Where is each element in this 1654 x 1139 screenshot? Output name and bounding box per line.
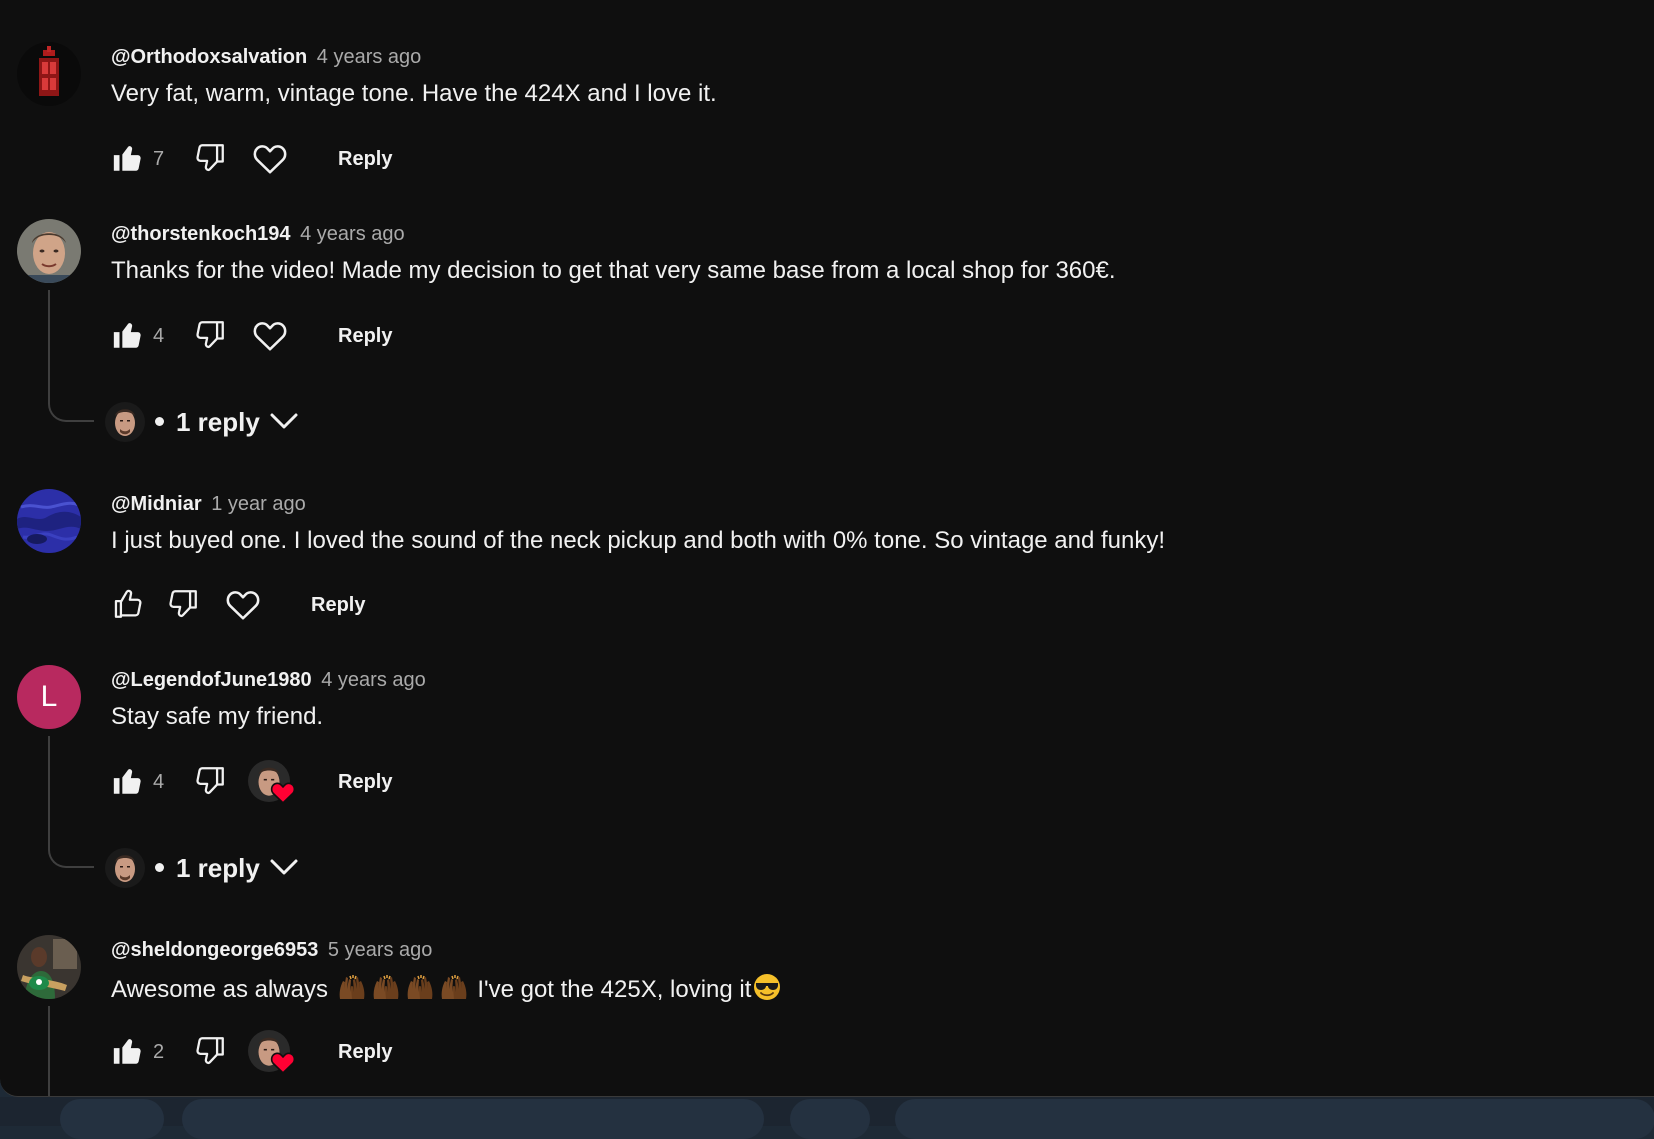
like-count: 4 (153, 325, 165, 347)
like-button[interactable] (111, 318, 145, 352)
comment-author[interactable]: @LegendofJune1980 (111, 669, 312, 691)
raising-hands-emoji-icon (405, 973, 435, 1008)
separator-dot (155, 417, 164, 426)
heart-outline-icon (253, 145, 287, 174)
thumbs-up-filled-icon (113, 323, 141, 348)
reply-button[interactable]: Reply (338, 325, 392, 348)
like-count: 4 (153, 771, 165, 793)
thumbs-down-icon (169, 590, 197, 618)
thumbs-up-filled-icon (113, 146, 141, 171)
like-count: 7 (153, 148, 165, 170)
creator-avatar (105, 402, 145, 442)
thumbs-down-icon (196, 767, 224, 795)
heart-button[interactable] (252, 318, 287, 352)
chevron-down-icon[interactable] (269, 410, 299, 437)
avatar[interactable] (17, 219, 81, 283)
comment-time[interactable]: 4 years ago (321, 669, 426, 691)
dislike-button[interactable] (193, 764, 227, 798)
taskbar-dock[interactable] (182, 1099, 764, 1139)
reply-count[interactable]: 1 reply (176, 407, 260, 438)
comment-author[interactable]: @sheldongeorge6953 (111, 939, 318, 961)
avatar[interactable] (17, 935, 81, 999)
comment-author[interactable]: @thorstenkoch194 (111, 223, 291, 245)
creator-heart[interactable] (248, 1030, 296, 1078)
comment-author[interactable]: @Midniar (111, 493, 202, 515)
like-button[interactable] (111, 141, 145, 175)
heart-button[interactable] (225, 587, 260, 621)
like-button[interactable] (111, 587, 145, 621)
comment-text: Awesome as always I've got the 425X, lov… (111, 973, 783, 1008)
heart-button[interactable] (252, 141, 287, 175)
comment-text: Thanks for the video! Made my decision t… (111, 257, 1116, 284)
thumbs-up-icon (114, 589, 142, 618)
thread-connector (48, 736, 94, 868)
thumbs-down-icon (196, 144, 224, 172)
comment-text-part: Awesome as always (111, 976, 328, 1003)
thumbs-up-filled-icon (113, 1039, 141, 1064)
dislike-button[interactable] (193, 141, 227, 175)
sunglasses-face-emoji-icon (753, 973, 781, 1008)
comment-time[interactable]: 1 year ago (211, 493, 306, 515)
raising-hands-emoji-icon (337, 973, 367, 1008)
like-count: 2 (153, 1041, 165, 1063)
comment-time[interactable]: 4 years ago (300, 223, 405, 245)
like-button[interactable] (111, 1034, 145, 1068)
raising-hands-emoji-icon (371, 973, 401, 1008)
reply-button[interactable]: Reply (338, 148, 392, 171)
reply-button[interactable]: Reply (311, 594, 365, 617)
thumbs-down-icon (196, 321, 224, 349)
heart-outline-icon (253, 322, 287, 351)
avatar[interactable] (17, 42, 81, 106)
creator-avatar (105, 848, 145, 888)
comment-time[interactable]: 5 years ago (328, 939, 433, 961)
creator-heart[interactable] (248, 760, 296, 808)
comment-time[interactable]: 4 years ago (317, 46, 422, 68)
taskbar-dock[interactable] (895, 1099, 1654, 1139)
heart-badge-icon (270, 1050, 296, 1079)
like-button[interactable] (111, 764, 145, 798)
thread-connector (48, 290, 94, 422)
taskbar-item[interactable] (790, 1099, 870, 1139)
comment-author[interactable]: @Orthodoxsalvation (111, 46, 307, 68)
comments-panel: @Orthodoxsalvation 4 years ago Very fat,… (0, 0, 1654, 1097)
avatar[interactable]: L (17, 665, 81, 729)
comment-text-part: I've got the 425X, loving it (477, 976, 752, 1003)
comment-text: I just buyed one. I loved the sound of t… (111, 527, 1166, 554)
thumbs-down-icon (196, 1037, 224, 1065)
heart-badge-icon (270, 780, 296, 809)
separator-dot (155, 863, 164, 872)
comment-text: Stay safe my friend. (111, 703, 324, 730)
taskbar-item[interactable] (60, 1099, 164, 1139)
heart-outline-icon (226, 591, 260, 620)
desktop-taskbar (0, 1097, 1654, 1139)
thread-connector (48, 1006, 94, 1096)
dislike-button[interactable] (166, 587, 200, 621)
reply-count[interactable]: 1 reply (176, 853, 260, 884)
avatar[interactable] (17, 489, 81, 553)
comment-text: Very fat, warm, vintage tone. Have the 4… (111, 80, 717, 107)
dislike-button[interactable] (193, 1034, 227, 1068)
raising-hands-emoji-icon (439, 973, 469, 1008)
thumbs-up-filled-icon (113, 769, 141, 794)
chevron-down-icon[interactable] (269, 856, 299, 883)
reply-button[interactable]: Reply (338, 771, 392, 794)
dislike-button[interactable] (193, 318, 227, 352)
reply-button[interactable]: Reply (338, 1041, 392, 1064)
